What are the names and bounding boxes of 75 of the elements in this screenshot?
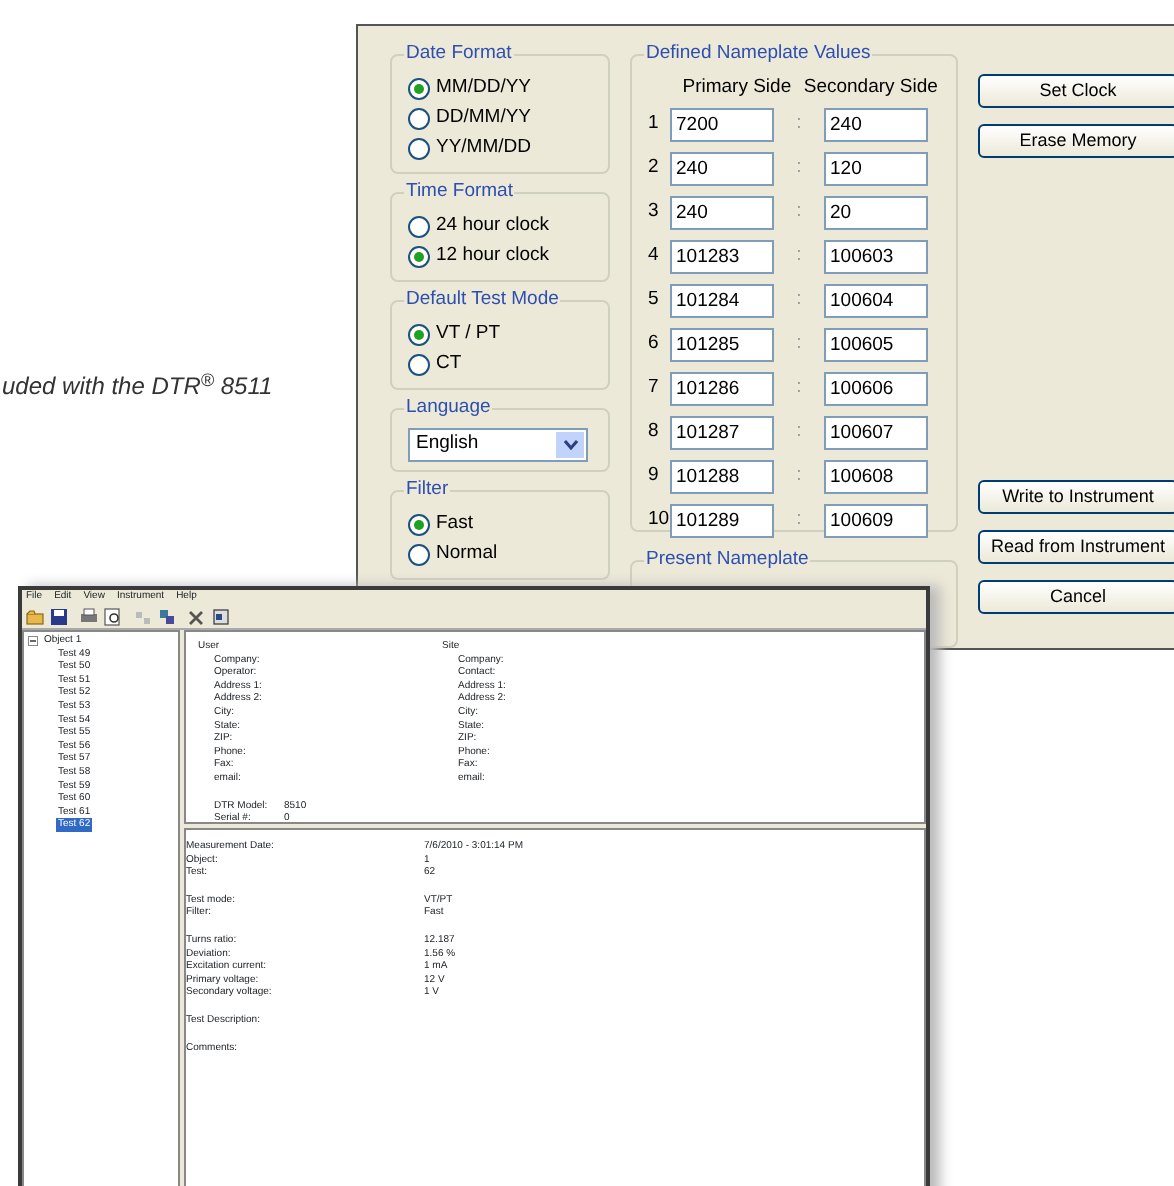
radio-button[interactable]	[408, 78, 430, 100]
separator: :	[794, 417, 804, 446]
language-dropdown[interactable]: English	[408, 428, 588, 462]
group-title: Defined Nameplate Values	[644, 42, 873, 66]
row-number: 3	[648, 197, 661, 226]
dialog-button[interactable]: Write to Instrument	[978, 480, 1174, 514]
radio-option[interactable]: Fast	[408, 510, 592, 540]
column-header: Primary Side	[680, 74, 794, 102]
radio-button[interactable]	[408, 216, 430, 238]
primary-field[interactable]: 101283	[670, 239, 774, 273]
primary-field[interactable]: 240	[670, 195, 774, 229]
primary-field[interactable]: 101288	[670, 459, 774, 493]
radio-option[interactable]: Normal	[408, 540, 592, 570]
row-number: 1	[648, 109, 661, 138]
separator: :	[794, 505, 804, 534]
radio-button[interactable]	[408, 138, 430, 160]
radio-option[interactable]: DD/MM/YY	[408, 104, 592, 134]
caption-text: uded with the DTR$^{®}$ 8511	[2, 368, 273, 404]
separator: :	[794, 285, 804, 314]
primary-field[interactable]: 101286	[670, 371, 774, 405]
radio-option[interactable]: YY/MM/DD	[408, 134, 592, 164]
radio-button[interactable]	[408, 544, 430, 566]
collapse-icon[interactable]	[28, 635, 38, 646]
row-number: 8	[648, 417, 661, 446]
radio-button[interactable]	[408, 514, 430, 536]
radio-option[interactable]: CT	[408, 350, 592, 380]
column-header: Secondary Side	[801, 74, 940, 102]
open-folder-icon[interactable]	[26, 608, 44, 626]
dialog-button[interactable]: Read from Instrument	[978, 530, 1174, 564]
dialog-button[interactable]: Erase Memory	[978, 124, 1174, 158]
row-number: 2	[648, 153, 661, 182]
separator: :	[794, 329, 804, 358]
primary-field[interactable]: 7200	[670, 107, 774, 141]
secondary-field[interactable]: 100604	[824, 283, 928, 317]
print-preview-icon[interactable]	[104, 608, 122, 626]
radio-option[interactable]: MM/DD/YY	[408, 74, 592, 104]
row-number: 5	[648, 285, 661, 314]
dialog-button[interactable]: Set Clock	[978, 74, 1174, 108]
separator: :	[794, 109, 804, 138]
radio-option[interactable]: 12 hour clock	[408, 242, 592, 272]
dialog-button[interactable]: Cancel	[978, 580, 1174, 614]
primary-field[interactable]: 101285	[670, 327, 774, 361]
secondary-field[interactable]: 100603	[824, 239, 928, 273]
row-number: 10	[648, 505, 670, 534]
group-title: Present Nameplate	[644, 548, 811, 572]
save-icon[interactable]	[50, 608, 68, 626]
radio-option[interactable]: 24 hour clock	[408, 212, 592, 242]
row-number: 9	[648, 461, 661, 490]
radio-button[interactable]	[408, 324, 430, 346]
secondary-field[interactable]: 240	[824, 107, 928, 141]
secondary-field[interactable]: 100605	[824, 327, 928, 361]
radio-option[interactable]: VT / PT	[408, 320, 592, 350]
row-number: 6	[648, 329, 661, 358]
row-number: 4	[648, 241, 661, 270]
secondary-field[interactable]: 120	[824, 151, 928, 185]
primary-field[interactable]: 240	[670, 151, 774, 185]
radio-button[interactable]	[408, 246, 430, 268]
secondary-field[interactable]: 100608	[824, 459, 928, 493]
row-number: 7	[648, 373, 661, 402]
separator: :	[794, 153, 804, 182]
secondary-field[interactable]: 100607	[824, 415, 928, 449]
secondary-field[interactable]: 100606	[824, 371, 928, 405]
primary-field[interactable]: 101289	[670, 503, 774, 537]
separator: :	[794, 241, 804, 270]
separator: :	[794, 461, 804, 490]
separator: :	[794, 197, 804, 226]
group-title: Language	[404, 396, 493, 420]
radio-button[interactable]	[408, 108, 430, 130]
print-icon[interactable]	[80, 608, 98, 626]
radio-button[interactable]	[408, 354, 430, 376]
secondary-field[interactable]: 20	[824, 195, 928, 229]
separator: :	[794, 373, 804, 402]
secondary-field[interactable]: 100609	[824, 503, 928, 537]
primary-field[interactable]: 101284	[670, 283, 774, 317]
primary-field[interactable]: 101287	[670, 415, 774, 449]
